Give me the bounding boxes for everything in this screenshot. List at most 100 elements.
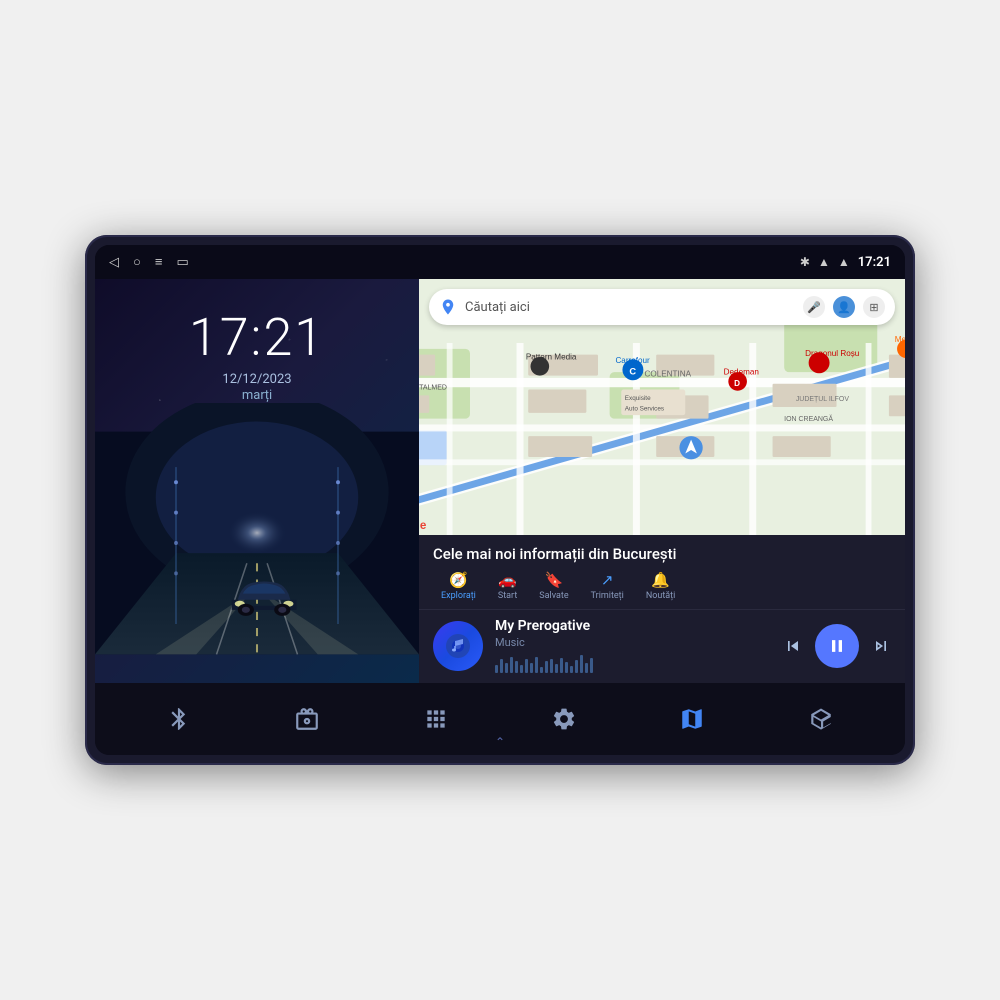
music-title: My Prerogative <box>495 618 771 634</box>
right-panel: COLENTINA ION CREANGĂ Sos. C. Google C C… <box>419 279 905 683</box>
clock-time: 17:21 <box>189 307 325 368</box>
waveform-bar <box>515 661 518 673</box>
waveform-bar <box>590 658 593 673</box>
tab-noutati[interactable]: 🔔 Noutăți <box>638 569 684 603</box>
maps-logo-icon <box>439 298 457 316</box>
waveform-bar <box>500 659 503 673</box>
album-art <box>433 621 483 671</box>
info-title: Cele mai noi informații din București <box>433 545 891 563</box>
menu-icon[interactable]: ≡ <box>155 254 163 270</box>
tab-noutati-label: Noutăți <box>646 591 676 601</box>
waveform-bar <box>495 665 498 673</box>
svg-text:Carrefour: Carrefour <box>615 356 650 365</box>
nav-radio[interactable] <box>294 706 320 732</box>
info-tabs: 🧭 Explorați 🚗 Start 🔖 Salvate ↗ <box>433 569 891 603</box>
compass-icon: 🧭 <box>449 571 468 589</box>
tab-explorati[interactable]: 🧭 Explorați <box>433 569 484 603</box>
music-controls <box>783 624 891 668</box>
music-info: My Prerogative Music <box>495 618 771 673</box>
clock-date: 12/12/2023 <box>189 372 325 387</box>
svg-text:Google: Google <box>419 519 427 532</box>
map-search-actions: 🎤 👤 ⊞ <box>803 296 885 318</box>
maps-nav-icon <box>679 706 705 732</box>
waveform-bar <box>545 661 548 673</box>
nav-bluetooth[interactable] <box>166 706 192 732</box>
nav-3d-apps[interactable] <box>808 706 834 732</box>
waveform-bar <box>525 659 528 673</box>
nav-settings[interactable] <box>551 706 577 732</box>
album-art-inner <box>433 621 483 671</box>
cube-icon <box>808 706 834 732</box>
svg-text:COLENTINA: COLENTINA <box>645 370 692 379</box>
svg-text:D: D <box>734 379 740 388</box>
nav-maps[interactable] <box>679 706 705 732</box>
profile-icon[interactable]: 👤 <box>833 296 855 318</box>
tab-start-label: Start <box>498 591 517 601</box>
home-circle-icon[interactable]: ○ <box>133 254 141 270</box>
play-pause-button[interactable] <box>815 624 859 668</box>
recent-apps-icon[interactable]: ▭ <box>176 255 188 270</box>
waveform-bar <box>575 660 578 673</box>
device-frame: ◁ ○ ≡ ▭ ✱ ▲ ▲ 17:21 17:21 12/12/2023 mar… <box>85 235 915 765</box>
grid-icon[interactable]: ⊞ <box>863 296 885 318</box>
waveform-bar <box>530 663 533 673</box>
prev-button[interactable] <box>783 636 803 656</box>
svg-text:Auto Services: Auto Services <box>625 405 664 412</box>
map-search-text[interactable]: Căutați aici <box>465 300 795 315</box>
info-panel: Cele mai noi informații din București 🧭 … <box>419 535 905 609</box>
bottom-chevron-icon: ⌃ <box>495 735 505 749</box>
waveform-bar <box>550 659 553 673</box>
voice-search-icon[interactable]: 🎤 <box>803 296 825 318</box>
nav-apps[interactable] <box>423 706 449 732</box>
waveform-bar <box>520 665 523 673</box>
bookmark-icon: 🔖 <box>545 571 564 589</box>
waveform-bar <box>585 663 588 673</box>
svg-text:Pattern Media: Pattern Media <box>526 352 577 361</box>
apps-icon <box>423 706 449 732</box>
waveform-bar <box>540 667 543 673</box>
main-area: 17:21 12/12/2023 marți <box>95 279 905 683</box>
left-panel: 17:21 12/12/2023 marți <box>95 279 419 683</box>
music-player: My Prerogative Music <box>419 609 905 683</box>
start-icon: 🚗 <box>498 571 517 589</box>
tab-salvate[interactable]: 🔖 Salvate <box>531 569 576 603</box>
tunnel-illustration <box>95 403 419 683</box>
status-time: 17:21 <box>858 255 891 270</box>
bluetooth-icon <box>166 706 192 732</box>
svg-text:C: C <box>629 366 636 376</box>
tab-start[interactable]: 🚗 Start <box>490 569 525 603</box>
music-subtitle: Music <box>495 636 771 649</box>
waveform-bar <box>580 655 583 673</box>
waveform-bar <box>565 662 568 673</box>
music-waveform <box>495 653 771 673</box>
status-bar-right: ✱ ▲ ▲ 17:21 <box>800 255 891 270</box>
svg-text:Dragonul Roșu: Dragonul Roșu <box>805 349 859 358</box>
tab-trimiteti[interactable]: ↗ Trimiteți <box>583 569 632 603</box>
map-search-bar[interactable]: Căutați aici 🎤 👤 ⊞ <box>429 289 895 325</box>
tab-explorati-label: Explorați <box>441 591 476 601</box>
tab-trimiteti-label: Trimiteți <box>591 591 624 601</box>
bluetooth-status-icon: ✱ <box>800 255 810 269</box>
svg-text:ION CREANGĂ: ION CREANGĂ <box>784 414 833 423</box>
clock-section: 17:21 12/12/2023 marți <box>189 279 325 403</box>
next-button[interactable] <box>871 636 891 656</box>
svg-text:OFTALMED: OFTALMED <box>419 385 447 392</box>
waveform-bar <box>535 657 538 673</box>
device-screen: ◁ ○ ≡ ▭ ✱ ▲ ▲ 17:21 17:21 12/12/2023 mar… <box>95 245 905 755</box>
map-area[interactable]: COLENTINA ION CREANGĂ Sos. C. Google C C… <box>419 279 905 535</box>
svg-text:Mega Shop: Mega Shop <box>895 335 905 344</box>
bottom-nav: ⌃ <box>95 683 905 755</box>
status-bar: ◁ ○ ≡ ▭ ✱ ▲ ▲ 17:21 <box>95 245 905 279</box>
waveform-bar <box>505 663 508 673</box>
waveform-bar <box>570 666 573 673</box>
status-bar-left: ◁ ○ ≡ ▭ <box>109 254 189 270</box>
back-arrow-icon[interactable]: ◁ <box>109 255 119 270</box>
waveform-bar <box>560 658 563 673</box>
waveform-bar <box>555 664 558 673</box>
svg-text:JUDEȚUL ILFOV: JUDEȚUL ILFOV <box>796 396 850 403</box>
wifi-icon: ▲ <box>818 255 830 269</box>
bell-icon: 🔔 <box>651 571 670 589</box>
tab-salvate-label: Salvate <box>539 591 568 601</box>
svg-text:Dedeman: Dedeman <box>724 367 759 376</box>
settings-icon <box>551 706 577 732</box>
